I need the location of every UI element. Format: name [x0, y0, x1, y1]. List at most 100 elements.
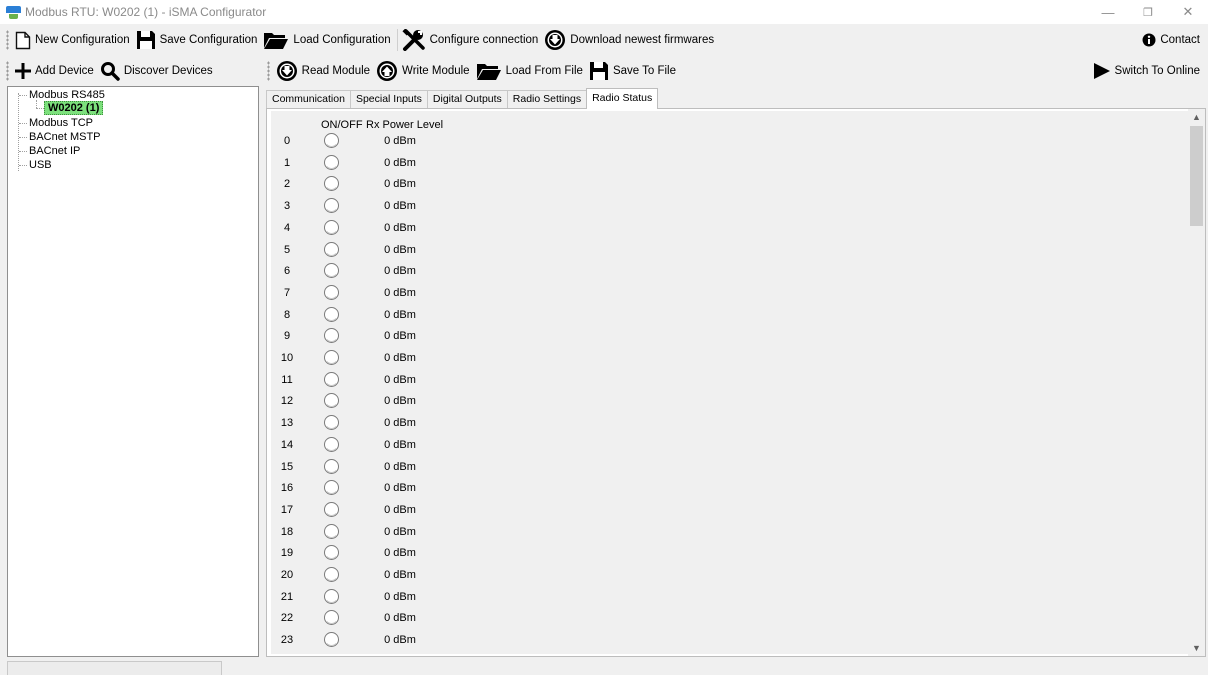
device-tree: Modbus RS485 W0202 (1) Modbus TCP BACnet… [7, 86, 259, 657]
radio-status-scroll-area[interactable]: ON/OFF Rx Power Level 0 0 dBm 1 0 dBm 2 0 dBm… [271, 111, 1188, 654]
floppy-disk-icon [136, 31, 155, 49]
play-arrow-icon [1093, 62, 1110, 79]
channel-number: 6 [283, 265, 291, 278]
vertical-scrollbar[interactable]: ▲ ▼ [1188, 109, 1205, 656]
contact-label: Contact [1160, 34, 1200, 46]
tree-item-usb[interactable]: USB [29, 159, 52, 172]
device-toolbar: Add Device Discover Devices Read Module [0, 56, 1208, 85]
led-off-icon [323, 262, 340, 282]
led-off-icon [323, 392, 340, 412]
channel-number: 15 [280, 460, 294, 473]
toolbar-grip[interactable] [6, 30, 9, 50]
tree-item-device[interactable]: W0202 (1) [44, 101, 104, 115]
led-off-icon [323, 414, 340, 434]
radio-status-row: 3 0 dBm [271, 197, 571, 218]
tools-icon [402, 29, 425, 51]
radio-status-row: 11 0 dBm [271, 371, 571, 392]
led-off-icon [323, 566, 340, 586]
read-module-label: Read Module [301, 64, 371, 77]
tab-digital-outputs[interactable]: Digital Outputs [426, 90, 508, 109]
channel-number: 4 [283, 221, 291, 234]
app-logo-icon [6, 5, 21, 19]
floppy-disk-icon [589, 61, 608, 80]
tree-item-bacnet-mstp[interactable]: BACnet MSTP [29, 131, 101, 144]
rx-power-value: 0 dBm [384, 525, 416, 538]
toolbar-separator [396, 29, 398, 51]
led-off-icon [323, 501, 340, 521]
discover-devices-button[interactable]: Discover Devices [98, 58, 217, 84]
led-off-icon [323, 175, 340, 195]
tab-radio-status[interactable]: Radio Status [586, 88, 659, 109]
radio-status-row: 22 0 dBm [271, 609, 571, 630]
tab-strip: Communication Special Inputs Digital Out… [266, 88, 659, 109]
tree-item-modbus-tcp[interactable]: Modbus TCP [29, 117, 93, 130]
save-to-file-label: Save To File [612, 64, 677, 77]
scroll-thumb[interactable] [1190, 126, 1203, 226]
led-off-icon [323, 479, 340, 499]
restore-button[interactable]: ❐ [1128, 0, 1168, 24]
toolbar-grip[interactable] [6, 60, 9, 81]
rx-power-value: 0 dBm [384, 352, 416, 364]
radio-status-row: 4 0 dBm [271, 219, 571, 240]
radio-status-row: 12 0 dBm [271, 392, 571, 413]
rx-power-value: 0 dBm [384, 286, 416, 299]
channel-number: 12 [280, 395, 294, 408]
radio-status-row: 23 0 dBm [271, 631, 571, 652]
channel-number: 1 [283, 156, 291, 169]
add-device-button[interactable]: Add Device [13, 58, 98, 84]
load-from-file-label: Load From File [505, 64, 583, 77]
scroll-up-arrow[interactable]: ▲ [1188, 109, 1205, 125]
channel-number: 18 [280, 525, 294, 538]
configure-connection-button[interactable]: Configure connection [400, 27, 543, 53]
info-icon [1142, 33, 1156, 47]
window-title: Modbus RTU: W0202 (1) - iSMA Configurato… [25, 5, 267, 19]
save-to-file-button[interactable]: Save To File [587, 58, 680, 84]
channel-number: 3 [283, 200, 291, 213]
led-off-icon [323, 523, 340, 543]
save-configuration-button[interactable]: Save Configuration [134, 27, 262, 53]
led-off-icon [323, 327, 340, 347]
scroll-down-arrow[interactable]: ▼ [1188, 640, 1205, 656]
minimize-button[interactable]: — [1088, 0, 1128, 24]
channel-number: 20 [280, 569, 294, 581]
new-configuration-label: New Configuration [35, 34, 130, 46]
read-module-button[interactable]: Read Module [274, 58, 374, 84]
download-circle-icon [545, 30, 566, 50]
led-off-icon [323, 219, 340, 239]
plus-icon [15, 62, 31, 79]
search-icon [100, 61, 120, 81]
radio-status-row: 0 0 dBm [271, 132, 571, 153]
radio-status-row: 13 0 dBm [271, 414, 571, 435]
load-configuration-button[interactable]: Load Configuration [261, 27, 394, 53]
radio-status-row: 21 0 dBm [271, 588, 571, 609]
led-off-icon [323, 306, 340, 326]
led-off-icon [323, 197, 340, 217]
close-button[interactable]: ✕ [1168, 0, 1208, 24]
rx-power-column-header: Rx Power Level [366, 119, 444, 131]
rx-power-value: 0 dBm [384, 503, 416, 516]
tree-line [18, 93, 19, 171]
tab-special-inputs[interactable]: Special Inputs [349, 90, 428, 109]
tab-communication[interactable]: Communication [266, 90, 351, 109]
discover-devices-label: Discover Devices [123, 64, 213, 77]
switch-to-online-button[interactable]: Switch To Online [1091, 58, 1204, 84]
channel-number: 7 [283, 286, 291, 299]
rx-power-value: 0 dBm [384, 178, 416, 191]
save-configuration-label: Save Configuration [159, 34, 258, 46]
rx-power-value: 0 dBm [384, 417, 416, 430]
tab-radio-settings[interactable]: Radio Settings [506, 90, 588, 109]
led-off-icon [323, 588, 340, 608]
load-from-file-button[interactable]: Load From File [474, 58, 587, 84]
channel-number: 11 [281, 373, 293, 386]
contact-button[interactable]: Contact [1140, 27, 1204, 53]
write-module-button[interactable]: Write Module [374, 58, 474, 84]
download-firmware-button[interactable]: Download newest firmwares [542, 27, 718, 53]
tree-item-bacnet-ip[interactable]: BACnet IP [29, 145, 80, 158]
rx-power-value: 0 dBm [384, 569, 416, 581]
open-folder-icon [264, 33, 289, 49]
title-bar: Modbus RTU: W0202 (1) - iSMA Configurato… [0, 0, 1208, 24]
rx-power-value: 0 dBm [384, 243, 416, 256]
new-configuration-button[interactable]: New Configuration [13, 27, 134, 53]
toolbar-grip[interactable] [266, 60, 270, 81]
status-panel [7, 661, 222, 675]
